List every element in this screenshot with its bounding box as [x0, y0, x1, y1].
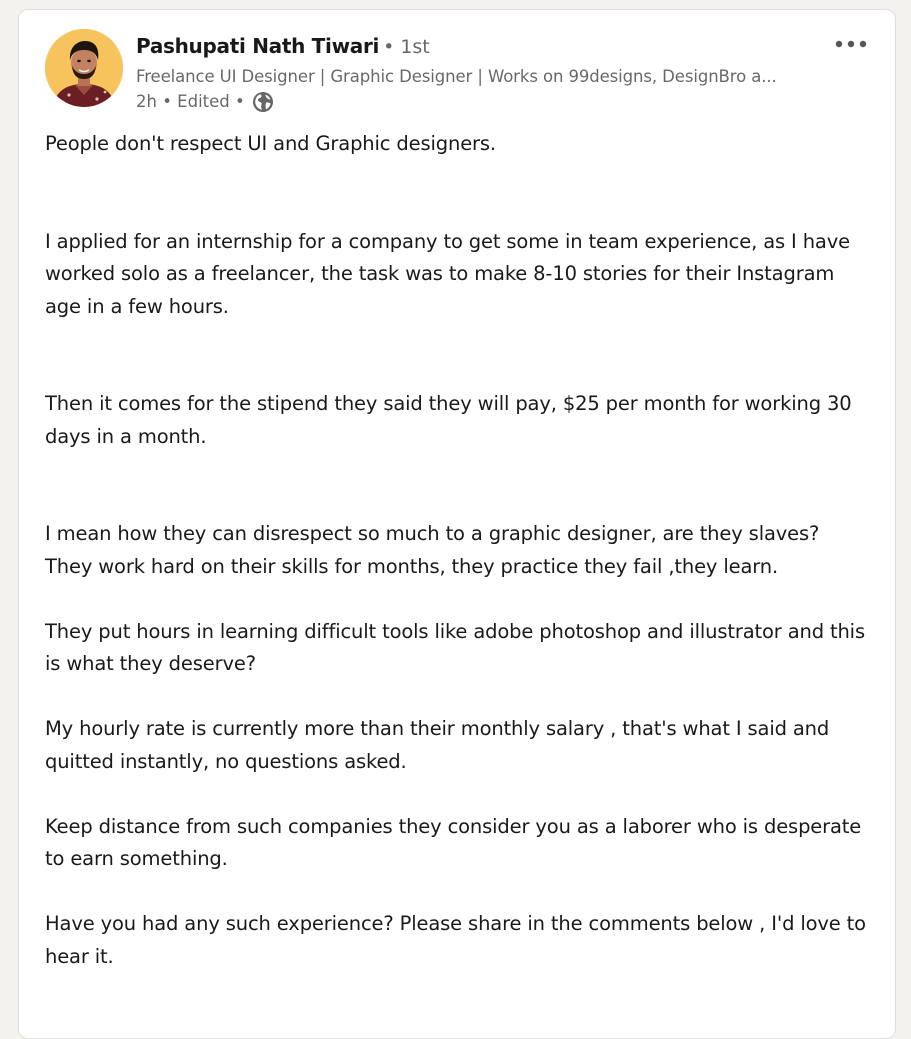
- post-paragraph: They put hours in learning difficult too…: [45, 619, 865, 676]
- author-name-line: Pashupati Nath Tiwari • 1st: [136, 32, 430, 61]
- globe-icon: [251, 90, 275, 114]
- post-paragraph: Have you had any such experience? Please…: [45, 912, 866, 968]
- connection-degree: • 1st: [383, 36, 430, 58]
- post-paragraph: My hourly rate is currently more than th…: [45, 717, 830, 773]
- post-meta: 2h • Edited •: [136, 90, 275, 114]
- author-headline: Freelance UI Designer | Graphic Designer…: [136, 67, 777, 86]
- paragraph-spacer: [45, 583, 875, 616]
- avatar-image: [45, 29, 123, 107]
- paragraph-spacer: [45, 161, 875, 226]
- post-paragraph: Then it comes for the stipend they said …: [45, 392, 852, 448]
- paragraph-spacer: [45, 453, 875, 518]
- post-paragraph: People don't respect UI and Graphic desi…: [45, 132, 496, 155]
- paragraph-spacer: [45, 323, 875, 388]
- author-name[interactable]: Pashupati Nath Tiwari: [136, 34, 379, 58]
- post-paragraph: Keep distance from such companies they c…: [45, 814, 862, 871]
- feed-post-card: Pashupati Nath Tiwari • 1st Freelance UI …: [18, 9, 896, 1039]
- author-avatar[interactable]: [45, 29, 123, 107]
- post-body: People don't respect UI and Graphic desi…: [45, 128, 875, 973]
- post-paragraph: I applied for an internship for a compan…: [45, 229, 850, 318]
- post-timestamp: 2h • Edited •: [136, 92, 245, 111]
- post-paragraph: They work hard on their skills for month…: [45, 554, 779, 578]
- paragraph-spacer: [45, 681, 875, 714]
- paragraph-spacer: [45, 778, 875, 811]
- more-options-icon[interactable]: [833, 34, 869, 54]
- post-paragraph: I mean how they can disrespect so much t…: [45, 522, 820, 545]
- paragraph-spacer: [45, 876, 875, 909]
